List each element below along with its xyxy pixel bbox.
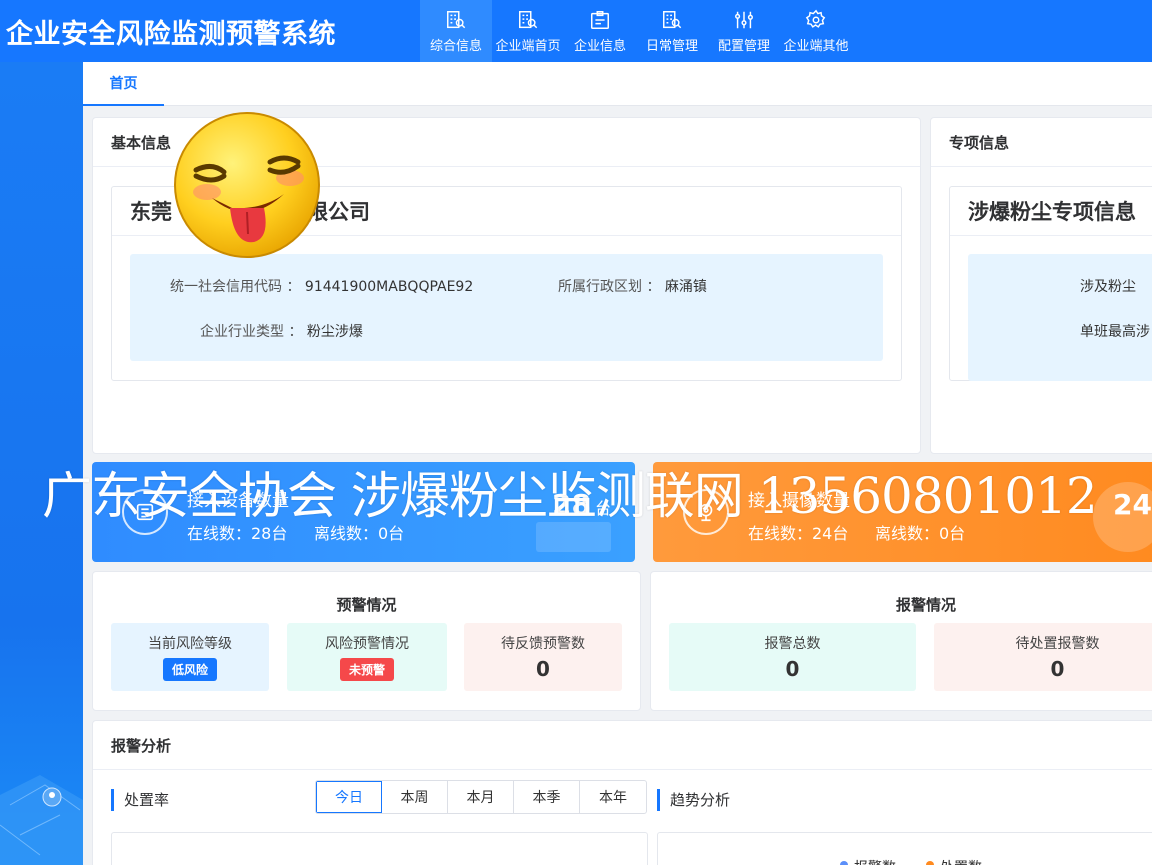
risk-level-label: 当前风险等级 — [148, 636, 232, 652]
legend-alarm-dot — [840, 861, 848, 865]
pending-feedback-value: 0 — [536, 657, 550, 681]
nav-item-config-management[interactable]: 配置管理 — [708, 0, 780, 62]
warning-card: 预警情况 当前风险等级 低风险 风险预警情况 未预警 待反馈预警数 0 — [92, 571, 641, 711]
nav-item-daily-management[interactable]: 日常管理 — [636, 0, 708, 62]
alarm-pending-box: 待处置报警数 0 — [934, 623, 1152, 691]
map-decoration — [0, 775, 83, 865]
building-search-icon — [663, 10, 682, 28]
region-row: 所属行政区划 ： 麻涌镇 — [558, 276, 707, 296]
special-info-title: 专项信息 — [931, 118, 1152, 167]
camera-stat-title: 接入摄像数量 — [748, 491, 850, 511]
trend-chart-panel: 报警数 处置数 — [657, 832, 1152, 865]
building-search-icon — [519, 10, 538, 28]
nav-item-enterprise-info[interactable]: 企业信息 — [564, 0, 636, 62]
credit-code-value: 91441900MABQQPAE92 — [304, 279, 474, 295]
alarm-pending-value: 0 — [1050, 657, 1065, 681]
period-year-button[interactable]: 本年 — [580, 781, 646, 813]
region-label: 所属行政区划 ： — [558, 279, 661, 295]
device-icon — [122, 489, 168, 535]
special-panel-title: 涉爆粉尘专项信息 — [950, 187, 1152, 236]
gear-icon — [805, 9, 826, 28]
alarm-total-label: 报警总数 — [764, 636, 821, 652]
emoji-sticker — [174, 112, 320, 258]
pending-feedback-box: 待反馈预警数 0 — [464, 623, 622, 691]
company-info-box: 统一社会信用代码 ： 91441900MABQQPAE92 所属行政区划 ： 麻… — [130, 254, 883, 361]
camera-icon — [683, 489, 729, 535]
pending-feedback-label: 待反馈预警数 — [501, 636, 585, 652]
sliders-icon — [735, 11, 753, 28]
risk-warning-box: 风险预警情况 未预警 — [287, 623, 447, 691]
industry-row: 企业行业类型 ： 粉尘涉爆 — [200, 321, 363, 341]
alarm-total-value: 0 — [785, 657, 800, 681]
industry-label: 企业行业类型 ： — [200, 324, 303, 340]
special-row-1: 涉及粉尘 — [1080, 279, 1136, 295]
nav-item-enterprise-other[interactable]: 企业端其他 — [780, 0, 852, 62]
alarm-pending-label: 待处置报警数 — [1015, 636, 1100, 652]
device-count-value: 28 — [552, 488, 591, 521]
period-week-button[interactable]: 本周 — [382, 781, 448, 813]
special-info-card: 专项信息 涉爆粉尘专项信息 涉及粉尘 单班最高涉 — [930, 117, 1152, 454]
device-count-unit: 台 — [594, 499, 611, 518]
app-title: 企业安全风险监测预警系统 — [6, 18, 336, 50]
period-today-button[interactable]: 今日 — [316, 781, 382, 813]
device-online: 在线数：28台 — [187, 524, 288, 543]
company-name-left: 东莞 — [130, 200, 172, 224]
device-decor — [536, 522, 611, 552]
risk-level-box: 当前风险等级 低风险 — [111, 623, 269, 691]
period-quarter-button[interactable]: 本季 — [514, 781, 580, 813]
camera-count: 24 — [1113, 488, 1152, 521]
page-tabs: 首页 — [83, 62, 1152, 106]
building-search-icon — [447, 10, 466, 28]
main-nav: 综合信息 企业端首页 企业信息 日常管理 配置管理 企业端其他 — [420, 0, 852, 62]
risk-level-badge: 低风险 — [162, 658, 217, 681]
id-card-icon — [591, 10, 609, 29]
legend-handled-label: 处置数 — [940, 857, 982, 865]
top-bar: 企业安全风险监测预警系统 综合信息 企业端首页 企业信息 日常管理 配置管理 企… — [0, 0, 1152, 62]
nav-label: 综合信息 — [429, 38, 482, 54]
nav-item-overview[interactable]: 综合信息 — [420, 0, 492, 62]
alarm-card: 报警情况 报警总数 0 待处置报警数 0 — [650, 571, 1152, 711]
credit-code-label: 统一社会信用代码 ： — [170, 279, 301, 295]
credit-code-row: 统一社会信用代码 ： 91441900MABQQPAE92 — [170, 276, 473, 296]
device-stat-title: 接入设备数量 — [187, 491, 289, 511]
special-panel: 涉爆粉尘专项信息 涉及粉尘 单班最高涉 — [949, 186, 1152, 381]
special-info-box: 涉及粉尘 单班最高涉 — [968, 254, 1152, 381]
warning-title: 预警情况 — [336, 596, 397, 614]
legend-alarm-label: 报警数 — [854, 857, 896, 865]
nav-label: 日常管理 — [645, 38, 698, 54]
camera-offline: 离线数：0台 — [875, 524, 966, 543]
device-count: 28 台 — [552, 488, 611, 521]
device-stat-banner: 接入设备数量 在线数：28台 离线数：0台 28 台 — [92, 462, 635, 562]
risk-warning-label: 风险预警情况 — [325, 636, 409, 652]
nav-label: 企业信息 — [573, 38, 626, 54]
alarm-total-box: 报警总数 0 — [669, 623, 916, 691]
alarm-title: 报警情况 — [895, 596, 956, 614]
trend-analysis-label: 趋势分析 — [657, 789, 730, 811]
camera-online: 在线数：24台 — [748, 524, 849, 543]
nav-item-enterprise-home[interactable]: 企业端首页 — [492, 0, 564, 62]
industry-value: 粉尘涉爆 — [306, 324, 363, 340]
left-sidebar — [0, 62, 83, 865]
period-selector: 今日 本周 本月 本季 本年 — [315, 780, 647, 814]
region-value: 麻涌镇 — [664, 279, 707, 295]
alarm-analysis-title: 报警分析 — [93, 721, 1152, 770]
device-offline: 离线数：0台 — [314, 524, 405, 543]
camera-stat-banner: 接入摄像数量 在线数：24台 离线数：0台 24 — [653, 462, 1152, 562]
risk-warning-badge: 未预警 — [339, 658, 394, 681]
period-month-button[interactable]: 本月 — [448, 781, 514, 813]
legend-handled-dot — [926, 861, 934, 865]
nav-label: 企业端其他 — [783, 38, 849, 54]
rate-chart-panel — [111, 832, 648, 865]
tab-home[interactable]: 首页 — [83, 62, 164, 106]
nav-label: 配置管理 — [717, 38, 770, 54]
special-row-2: 单班最高涉 — [1080, 324, 1150, 340]
disposal-rate-label: 处置率 — [111, 789, 169, 811]
nav-label: 企业端首页 — [495, 38, 561, 54]
